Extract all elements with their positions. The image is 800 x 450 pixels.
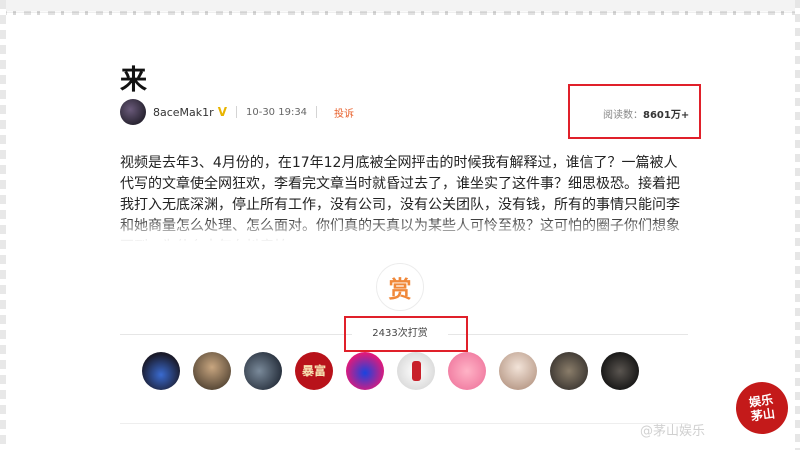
donor-avatar[interactable]	[448, 352, 486, 390]
donor-avatar[interactable]	[346, 352, 384, 390]
bottom-divider	[120, 423, 688, 424]
watermark-text: @茅山娱乐	[640, 424, 706, 439]
report-link[interactable]: 投诉	[334, 105, 354, 120]
reward-button[interactable]: 赏	[376, 263, 424, 311]
highlight-box-reads	[568, 84, 701, 139]
torn-paper-edge-right	[795, 0, 800, 450]
verified-badge-icon: V	[217, 105, 227, 119]
meta-separator	[316, 106, 318, 118]
donor-avatar[interactable]	[193, 352, 231, 390]
donor-avatar-text: 暴富	[301, 364, 326, 378]
donor-avatar[interactable]	[244, 352, 282, 390]
article-title: 来	[120, 65, 147, 96]
torn-paper-edge-left	[0, 0, 6, 450]
author-name[interactable]: 8aceMak1r	[153, 106, 214, 119]
torn-paper-edge-top	[0, 0, 800, 15]
author-avatar[interactable]	[120, 99, 146, 125]
reward-icon: 赏	[388, 277, 412, 303]
content-fade	[120, 216, 688, 242]
donor-avatar[interactable]	[397, 352, 435, 390]
post-datetime: 10-30 19:34	[245, 106, 308, 118]
meta-separator	[235, 106, 237, 118]
highlight-box-reward-count	[344, 316, 468, 352]
watermark-seal-logo: 娱乐 茅山	[732, 378, 792, 438]
donor-avatar[interactable]	[142, 352, 180, 390]
donor-avatar[interactable]	[499, 352, 537, 390]
donor-avatar[interactable]: 暴富	[295, 352, 333, 390]
donor-avatar[interactable]	[601, 352, 639, 390]
donor-avatars: 暴富	[142, 352, 639, 392]
donor-avatar[interactable]	[550, 352, 588, 390]
